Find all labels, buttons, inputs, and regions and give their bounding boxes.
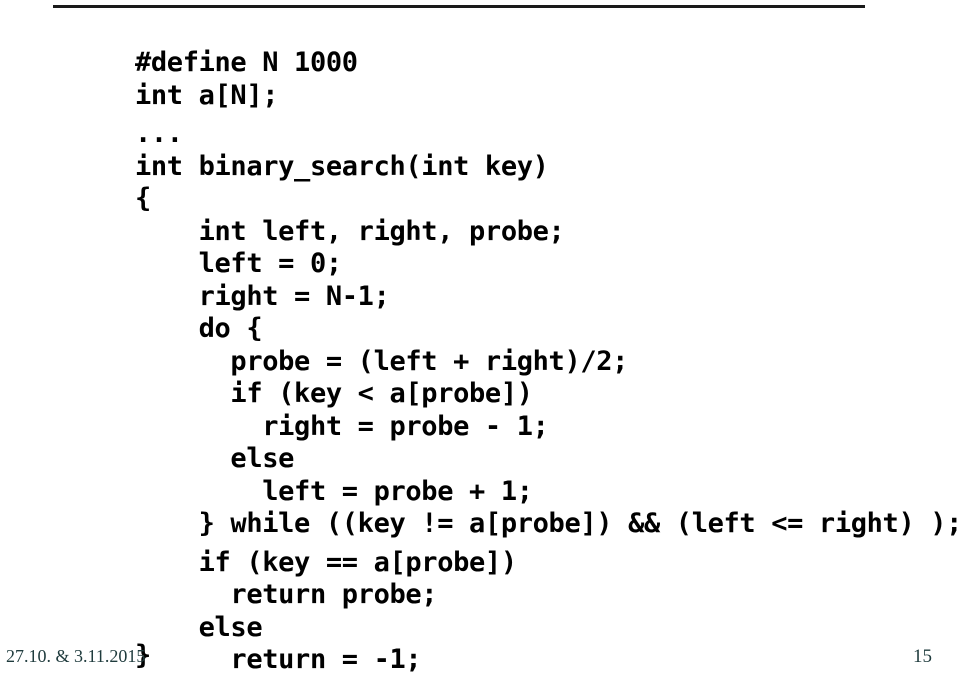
code-line: int binary_search(int key)	[135, 150, 549, 182]
code-line: } while ((key != a[probe]) && (left <= r…	[135, 508, 960, 539]
code-line: else	[135, 611, 263, 643]
footer-page-number: 15	[913, 646, 932, 667]
code-line: probe = (left + right)/2;	[135, 345, 629, 377]
footer-date-label: 27.10. & 3.11.2015	[6, 646, 146, 666]
code-line: if (key < a[probe])	[135, 378, 533, 409]
code-line: left = 0;	[135, 248, 343, 279]
code-listing: #define N 1000 int a[N]; ... int binary_se…	[135, 47, 960, 676]
code-line: else	[135, 443, 295, 474]
slide-canvas: #define N 1000 int a[N]; ... int binary_se…	[0, 0, 960, 676]
code-line: do {	[135, 313, 263, 344]
code-line: int a[N];	[135, 79, 279, 111]
code-line: return probe;	[135, 579, 438, 610]
code-line: {	[135, 183, 151, 214]
code-line: left = probe + 1;	[135, 475, 533, 507]
code-line: right = probe - 1;	[135, 410, 549, 442]
code-line: int left, right, probe;	[135, 215, 565, 247]
slide-footer: 27.10. & 3.11.2015 15	[0, 646, 960, 676]
code-line: #define N 1000	[135, 47, 358, 78]
code-line: right = N-1;	[135, 280, 390, 312]
header-divider-rule	[53, 5, 865, 8]
code-line: if (key == a[probe])	[135, 546, 517, 578]
code-line: ...	[135, 118, 183, 149]
